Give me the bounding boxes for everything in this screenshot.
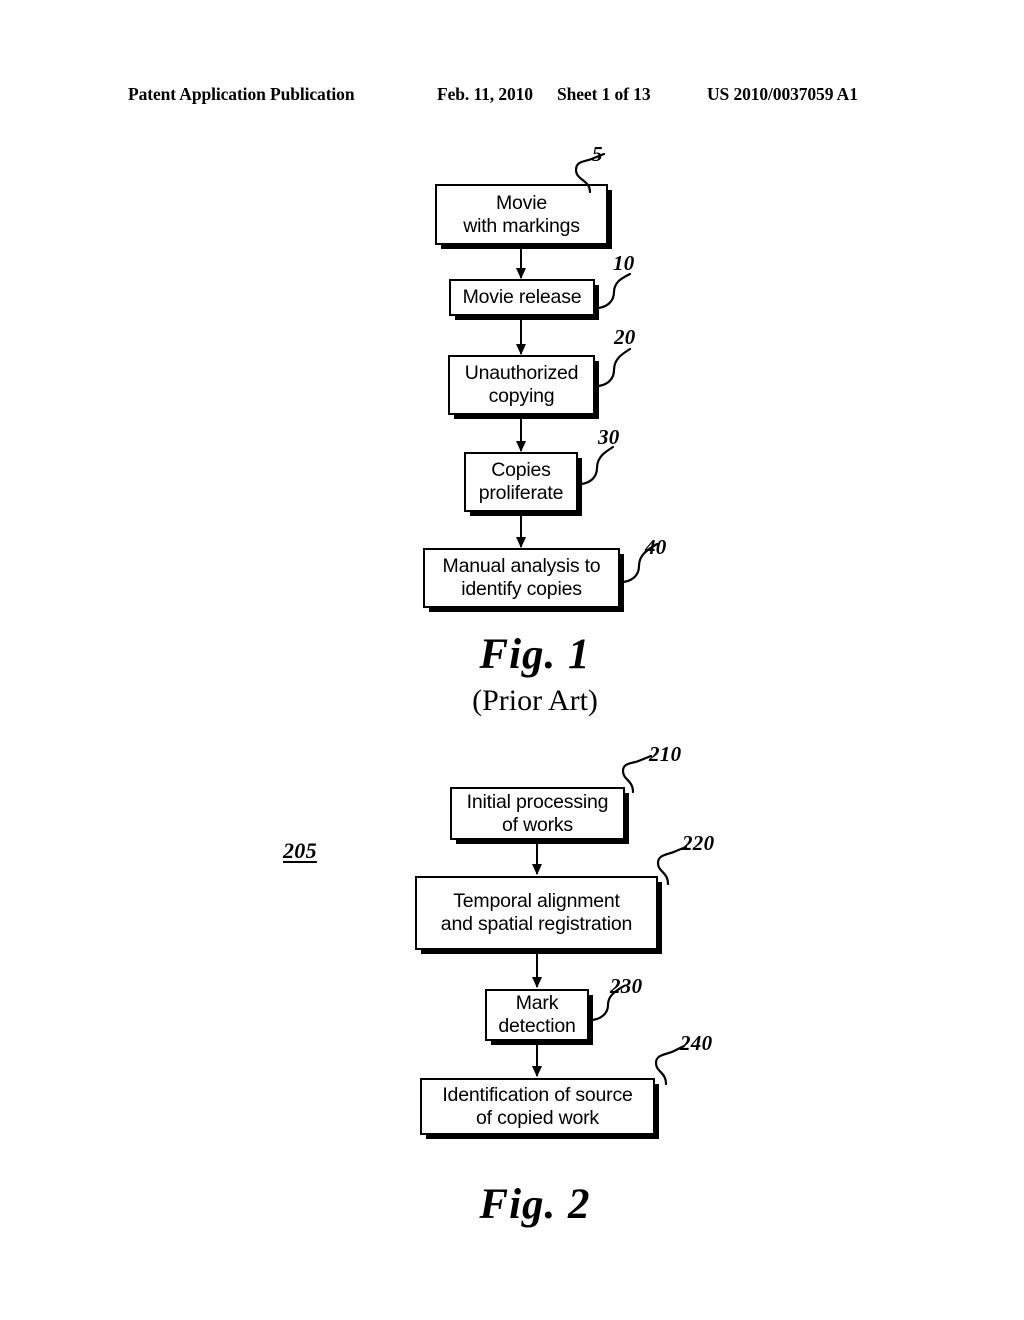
fig2-box-240-text: Identification of source of copied work [442,1083,633,1129]
header-patent-number: US 2010/0037059 A1 [707,84,858,104]
fig2-box-230-text: Mark detection [498,992,576,1037]
fig1-connector-30-to-40 [520,514,522,547]
fig2-box-mark-detection: Mark detection [485,989,589,1041]
fig1-connector-5-to-10 [520,247,522,278]
fig1-box-5-text: Movie with markings [463,191,580,237]
page-header: Patent Application Publication Feb. 11, … [0,84,1024,110]
fig1-subcaption: (Prior Art) [472,684,598,717]
fig2-ref-205: 205 [283,838,317,863]
fig1-connector-10-to-20 [520,318,522,354]
fig2-caption: Fig. 2 [479,1181,591,1228]
header-date-label: Feb. 11, 2010 [437,84,533,104]
fig1-ref-30: 30 [598,425,620,449]
fig2-box-initial-processing: Initial processing of works [450,787,625,840]
fig1-ref-40: 40 [645,535,667,559]
fig2-box-210-text: Initial processing of works [466,790,609,836]
fig1-connector-20-to-30 [520,417,522,451]
fig1-box-manual-analysis: Manual analysis to identify copies [423,548,620,608]
fig1-caption: Fig. 1 [479,631,591,678]
fig2-ref-230: 230 [610,974,643,998]
fig2-ref-210: 210 [649,742,682,766]
fig2-connector-210-to-220 [536,842,538,874]
fig1-ref-20: 20 [614,325,636,349]
fig2-box-identification-of-source: Identification of source of copied work [420,1078,655,1135]
fig2-box-220-text: Temporal alignment and spatial registrati… [440,890,633,935]
fig1-box-copies-proliferate: Copies proliferate [464,452,578,512]
fig2-ref-240: 240 [680,1031,713,1055]
fig2-connector-230-to-240 [536,1043,538,1076]
fig1-box-movie-with-markings: Movie with markings [435,184,608,245]
fig1-ref-5: 5 [592,142,603,166]
fig1-box-movie-release: Movie release [449,279,595,316]
fig1-box-20-text: Unauthorized copying [464,362,579,407]
fig2-ref-220: 220 [682,831,715,855]
fig1-box-40-text: Manual analysis to identify copies [442,555,601,600]
fig1-box-unauthorized-copying: Unauthorized copying [448,355,595,415]
fig1-ref-10: 10 [613,251,635,275]
fig1-leader-5 [574,152,606,194]
fig1-box-30-text: Copies proliferate [478,459,564,504]
fig2-connector-220-to-230 [536,952,538,987]
fig2-box-temporal-alignment: Temporal alignment and spatial registrati… [415,876,658,950]
fig1-box-10-text: Movie release [462,286,582,308]
header-publication-label: Patent Application Publication [128,84,355,104]
header-sheet-label: Sheet 1 of 13 [557,84,651,104]
